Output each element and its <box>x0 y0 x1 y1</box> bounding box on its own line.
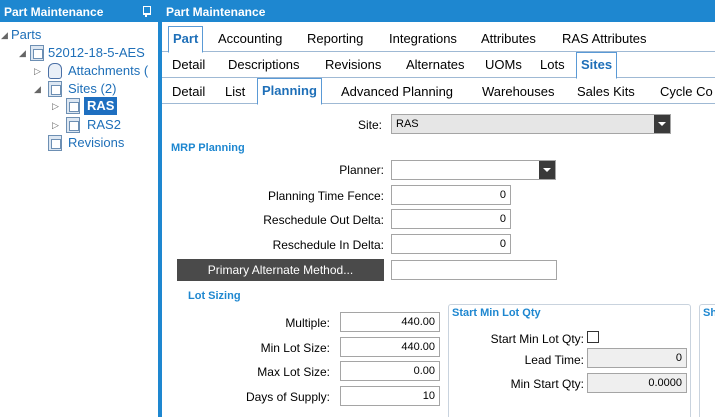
site-icon <box>66 117 80 133</box>
tab-revisions[interactable]: Revisions <box>325 53 381 78</box>
lead-time-label: Lead Time: <box>524 353 584 367</box>
tab-sites[interactable]: Sites <box>576 52 618 79</box>
tree-node-label: RAS <box>84 97 118 115</box>
planning-time-fence-label: Planning Time Fence: <box>267 189 384 203</box>
tabs-level3: Detail List Planning Advanced Planning W… <box>162 78 715 105</box>
tree-panel: Part Maintenance ◢ Parts ◢ 52012-18-5-AE… <box>0 0 158 417</box>
primary-alternate-method-input[interactable] <box>391 260 557 280</box>
tabs-level2: Detail Descriptions Revisions Alternates… <box>162 52 715 79</box>
third-group <box>699 304 715 417</box>
start-min-lot-qty-label: Start Min Lot Qty: <box>490 332 584 346</box>
tab-part[interactable]: Part <box>168 26 204 53</box>
tab-accounting[interactable]: Accounting <box>218 27 282 54</box>
detail-panel-title: Part Maintenance <box>166 5 266 19</box>
multiple-label: Multiple: <box>285 316 330 330</box>
tab-descriptions[interactable]: Descriptions <box>228 53 300 78</box>
tree-node-label: Revisions <box>68 135 125 150</box>
tab-alternates[interactable]: Alternates <box>406 53 465 78</box>
start-min-lot-qty-checkbox[interactable] <box>587 331 599 343</box>
tab-cycle-count[interactable]: Cycle Co <box>660 80 713 105</box>
collapse-icon[interactable]: ▷ <box>34 62 41 80</box>
tab-planning[interactable]: Planning <box>257 78 322 105</box>
planner-label: Planner: <box>339 163 384 177</box>
planning-time-fence-input[interactable]: 0 <box>391 185 511 205</box>
min-start-qty-label: Min Start Qty: <box>510 377 584 391</box>
tab-uoms[interactable]: UOMs <box>485 53 522 78</box>
attachment-icon <box>48 63 62 79</box>
tree-node-label: Attachments ( <box>68 63 149 78</box>
chevron-down-icon[interactable] <box>654 115 670 133</box>
tab-advanced-planning[interactable]: Advanced Planning <box>341 80 453 105</box>
tab-sales-kits[interactable]: Sales Kits <box>577 80 635 105</box>
reschedule-out-delta-input[interactable]: 0 <box>391 209 511 229</box>
pin-icon[interactable] <box>142 6 151 17</box>
min-lot-size-input[interactable]: 440.00 <box>340 337 440 357</box>
tree-node-label: 52012-18-5-AES <box>48 45 145 60</box>
max-lot-size-label: Max Lot Size: <box>257 365 330 379</box>
tab-integrations[interactable]: Integrations <box>389 27 457 54</box>
reschedule-in-delta-label: Reschedule In Delta: <box>272 238 384 252</box>
tab-detail[interactable]: Detail <box>172 53 205 78</box>
expand-icon[interactable]: ◢ <box>34 80 41 98</box>
tab-list[interactable]: List <box>225 80 245 105</box>
mrp-planning-heading: MRP Planning <box>171 142 245 154</box>
tab-ras-attributes[interactable]: RAS Attributes <box>562 27 647 54</box>
tree-node-label: Parts <box>11 27 42 42</box>
tree-panel-header: Part Maintenance <box>0 0 158 22</box>
tab-attributes[interactable]: Attributes <box>481 27 536 54</box>
part-icon <box>30 45 44 61</box>
site-value: RAS <box>396 118 419 130</box>
tab-warehouses[interactable]: Warehouses <box>482 80 555 105</box>
start-min-lot-qty-heading: Start Min Lot Qty <box>452 307 543 319</box>
lead-time-input[interactable]: 0 <box>587 348 687 368</box>
detail-panel-header: Part Maintenance <box>162 0 715 22</box>
collapse-icon[interactable]: ▷ <box>52 97 59 115</box>
tree-node-label: Sites (2) <box>68 81 117 96</box>
reschedule-in-delta-input[interactable]: 0 <box>391 234 511 254</box>
site-label: Site: <box>357 118 382 132</box>
expand-icon[interactable]: ◢ <box>19 44 26 62</box>
reschedule-out-delta-label: Reschedule Out Delta: <box>263 213 384 227</box>
tabs-level1: Part Accounting Reporting Integrations A… <box>162 24 715 54</box>
chevron-down-icon[interactable] <box>539 161 555 179</box>
site-icon <box>66 98 80 114</box>
primary-alternate-method-button[interactable]: Primary Alternate Method... <box>177 259 384 281</box>
detail-panel: Part Maintenance Part Accounting Reporti… <box>162 0 715 417</box>
planner-dropdown[interactable] <box>391 160 556 180</box>
revisions-icon <box>48 135 62 151</box>
tree-panel-title: Part Maintenance <box>4 5 104 19</box>
multiple-input[interactable]: 440.00 <box>340 312 440 332</box>
max-lot-size-input[interactable]: 0.00 <box>340 361 440 381</box>
min-lot-size-label: Min Lot Size: <box>260 341 330 355</box>
expand-icon[interactable]: ◢ <box>1 26 8 44</box>
collapse-icon[interactable]: ▷ <box>52 116 59 134</box>
days-of-supply-input[interactable]: 10 <box>340 386 440 406</box>
site-dropdown[interactable]: RAS <box>391 114 671 134</box>
lot-sizing-heading: Lot Sizing <box>188 290 241 302</box>
third-group-heading: Sh <box>703 307 715 319</box>
tab-lots[interactable]: Lots <box>540 53 565 78</box>
tree-node-label: RAS2 <box>87 117 121 132</box>
tab-reporting[interactable]: Reporting <box>307 27 363 54</box>
days-of-supply-label: Days of Supply: <box>245 390 330 404</box>
min-start-qty-input[interactable]: 0.0000 <box>587 373 687 393</box>
tab-site-detail[interactable]: Detail <box>172 80 205 105</box>
sites-icon <box>48 81 62 97</box>
